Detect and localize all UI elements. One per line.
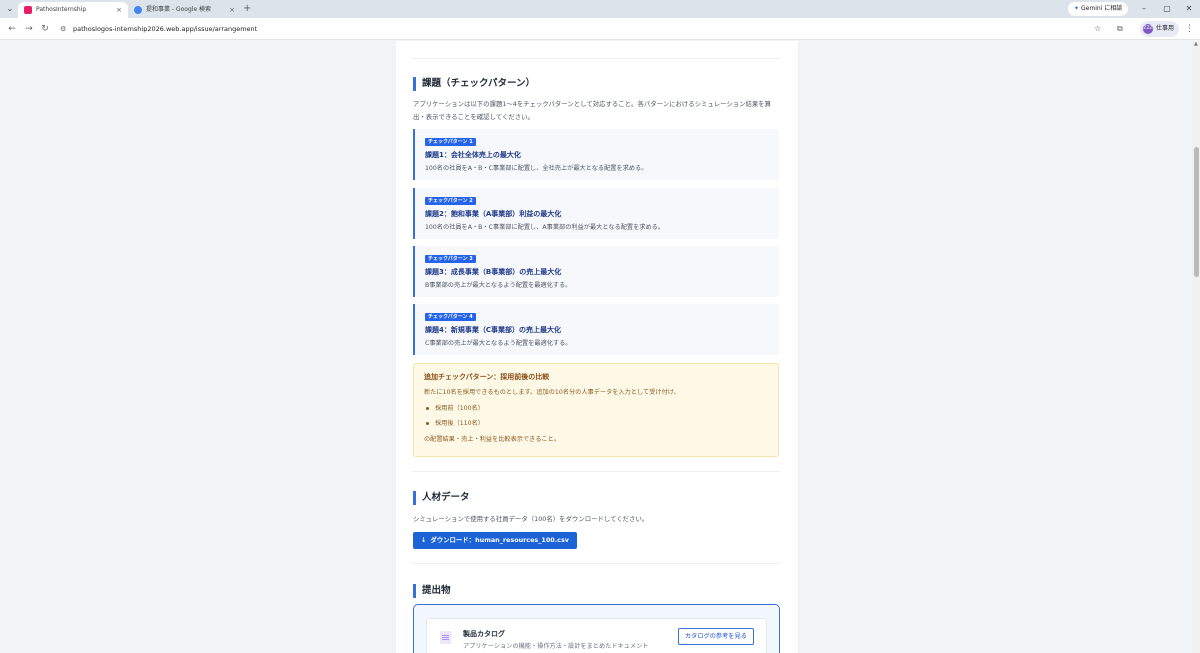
tab-title: 提和事業 - Google 検索 [146,6,212,13]
tab-title: PathosInternship [36,6,87,13]
site-info-icon[interactable]: ⚙ [60,21,66,37]
catalog-title: 製品カタログ [463,630,505,638]
tab-google-search[interactable]: 提和事業 - Google 検索 × [128,2,241,18]
address-bar[interactable]: ⚙ pathoslogos-internship2026.web.app/iss… [56,21,1106,37]
download-icon: ↓ [421,536,427,544]
pattern-title: 課題1：会社全体売上の最大化 [425,151,521,159]
hr-data-section-title: 人材データ [413,491,470,505]
google-favicon-icon [134,6,142,14]
list-item-label: 採用前（100名） [435,405,484,412]
download-csv-button[interactable]: ↓ ダウンロード：human_resources_100.csv [413,532,577,549]
window-close-icon[interactable]: ✕ [1182,3,1196,15]
new-tab-button[interactable]: + [243,2,251,16]
content-card: 課題（チェックパターン） アプリケーションは以下の課題1〜4をチェックパターンと… [396,41,798,653]
bullet-icon [426,406,429,410]
pattern-badge: チェックパターン 4 [425,313,476,321]
pattern-badge: チェックパターン 3 [425,255,476,263]
download-label: ダウンロード：human_resources_100.csv [430,536,569,544]
list-item: 採用後（110名） [426,419,484,429]
pattern-description: 100名の社員をA・B・C事業部に配置し、A事業部の利益が最大となる配置を求める… [425,224,665,231]
gemini-spark-icon: ✦ [1074,5,1080,12]
extensions-icon[interactable]: ⧉ [1117,22,1123,36]
pattern-title: 課題4：新規事業（C事業部）の売上最大化 [425,326,562,334]
additional-pattern-note: の配置結果・売上・利益を比較表示できること。 [424,436,560,443]
bookmark-star-icon[interactable]: ☆ [1094,22,1101,36]
menu-kebab-icon[interactable]: ⋮ [1185,22,1194,36]
issues-section-title: 課題（チェックパターン） [413,77,535,91]
reload-icon[interactable]: ↻ [38,22,52,36]
check-pattern-card: チェックパターン 2 課題2：飽和事業（A事業部）利益の最大化 100名の社員を… [413,188,779,239]
pattern-badge: チェックパターン 2 [425,197,476,205]
additional-check-pattern-box: 追加チェックパターン：採用前後の比較 新たに10名を採用できるものとします。追加… [413,363,779,457]
pathos-favicon-icon [24,6,32,14]
minimize-icon[interactable]: – [1137,3,1151,15]
hr-data-description: シミュレーションで使用する社員データ（100名）をダウンロードしてください。 [413,515,649,523]
tab-strip: ⌄ PathosInternship × 提和事業 - Google 検索 × … [0,0,1200,18]
forward-arrow-icon[interactable]: → [22,22,36,36]
additional-pattern-title: 追加チェックパターン：採用前後の比較 [424,373,550,381]
profile-chip[interactable]: ZZZ 仕事用 [1140,21,1180,37]
tab-search-icon[interactable]: ⌄ [4,3,16,15]
pattern-description: 100名の社員をA・B・C事業部に配置し、全社売上が最大となる配置を求める。 [425,165,648,172]
pattern-description: B事業部の売上が最大となるよう配置を最適化する。 [425,282,572,289]
issues-description: アプリケーションは以下の課題1〜4をチェックパターンとして対応すること。各パター… [413,100,772,121]
additional-pattern-description: 新たに10名を採用できるものとします。追加の10名分の人事データを入力として受け… [424,389,680,396]
page-viewport: 課題（チェックパターン） アプリケーションは以下の課題1〜4をチェックパターンと… [0,41,1200,653]
deliverables-box: 製品カタログ アプリケーションの機能・操作方法・設計をまとめたドキュメント カタ… [413,604,780,653]
check-pattern-card: チェックパターン 3 課題3：成長事業（B事業部）の売上最大化 B事業部の売上が… [413,246,779,297]
profile-label: 仕事用 [1156,25,1175,32]
pattern-description: C事業部の売上が最大となるよう配置を最適化する。 [425,340,572,347]
pattern-badge: チェックパターン 1 [425,138,476,146]
scrollbar-thumb[interactable] [1194,147,1199,277]
deliverables-section-title: 提出物 [413,584,451,598]
list-item-label: 採用後（110名） [435,420,484,427]
browser-toolbar: ← → ↻ ⚙ pathoslogos-internship2026.web.a… [0,18,1200,40]
divider [412,471,780,472]
close-icon[interactable]: × [229,2,235,18]
pattern-title: 課題3：成長事業（B事業部）の売上最大化 [425,268,562,276]
bullet-icon [426,421,429,425]
tab-pathos-internship[interactable]: PathosInternship × [18,2,128,18]
url-text[interactable]: pathoslogos-internship2026.web.app/issue… [73,21,257,37]
scroll-up-arrow-icon[interactable]: ▲ [1194,41,1198,47]
avatar: ZZZ [1143,23,1153,34]
pattern-title: 課題2：飽和事業（A事業部）利益の最大化 [425,210,562,218]
divider [412,563,780,564]
divider [412,58,780,59]
document-icon [440,631,451,644]
gemini-button[interactable]: ✦ Gemini に相談 [1068,2,1129,16]
catalog-description: アプリケーションの機能・操作方法・設計をまとめたドキュメント [463,643,649,650]
check-pattern-card: チェックパターン 1 課題1：会社全体売上の最大化 100名の社員をA・B・C事… [413,129,779,180]
gemini-label: Gemini に相談 [1081,5,1123,12]
view-catalog-reference-button[interactable]: カタログの参考を見る [678,628,754,645]
close-icon[interactable]: × [116,2,122,18]
maximize-icon[interactable]: ▢ [1160,3,1174,15]
check-pattern-card: チェックパターン 4 課題4：新規事業（C事業部）の売上最大化 C事業部の売上が… [413,304,779,355]
product-catalog-card: 製品カタログ アプリケーションの機能・操作方法・設計をまとめたドキュメント カタ… [426,618,767,653]
scrollbar[interactable] [1192,41,1200,653]
back-arrow-icon[interactable]: ← [5,22,19,36]
list-item: 採用前（100名） [426,404,484,414]
